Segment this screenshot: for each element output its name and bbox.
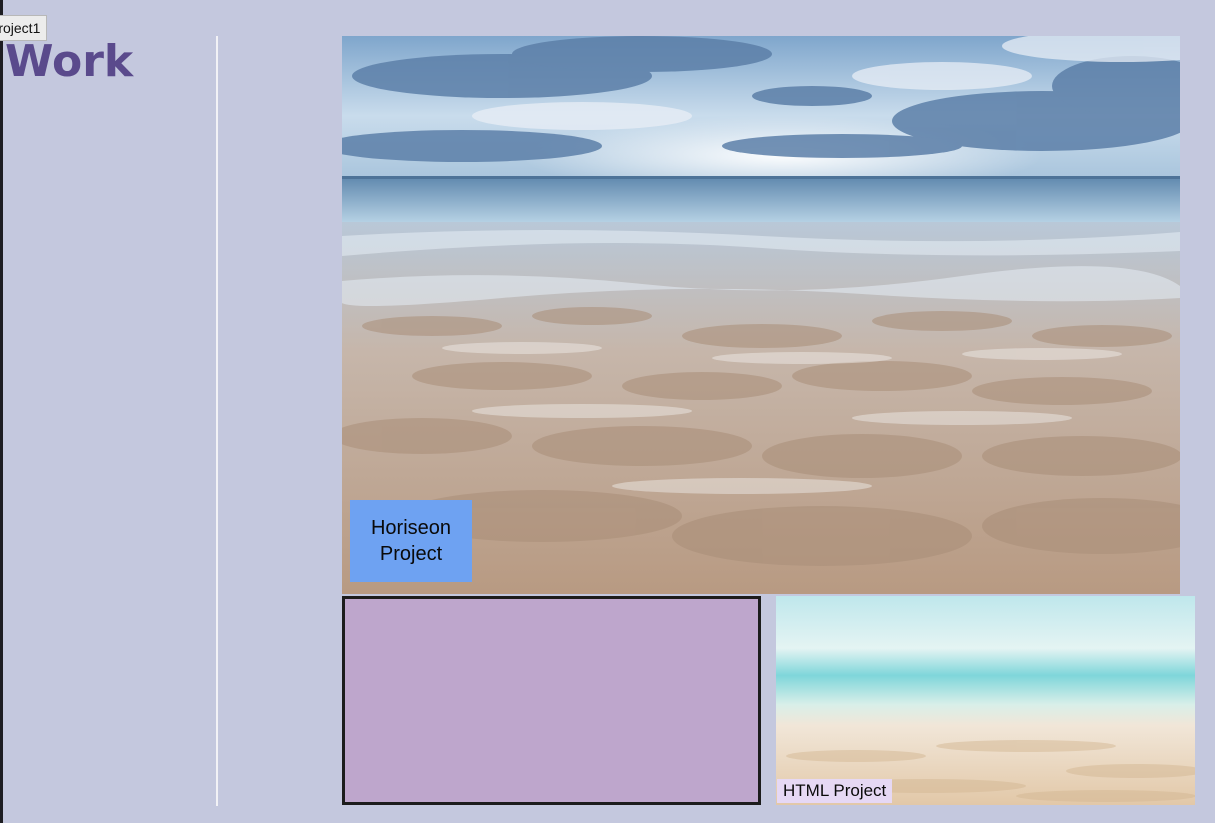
empty-project-card[interactable] (342, 596, 761, 805)
vertical-divider (216, 36, 218, 806)
html-project-label[interactable]: HTML Project (777, 779, 893, 803)
horiseon-project-card[interactable]: Horiseon Project (342, 36, 1180, 594)
blurred-beach-image (776, 596, 1195, 805)
work-heading: Work (5, 36, 134, 87)
horiseon-project-label[interactable]: Horiseon Project (350, 500, 472, 582)
window-left-edge (0, 0, 3, 823)
html-project-card[interactable]: HTML Project (776, 596, 1195, 805)
